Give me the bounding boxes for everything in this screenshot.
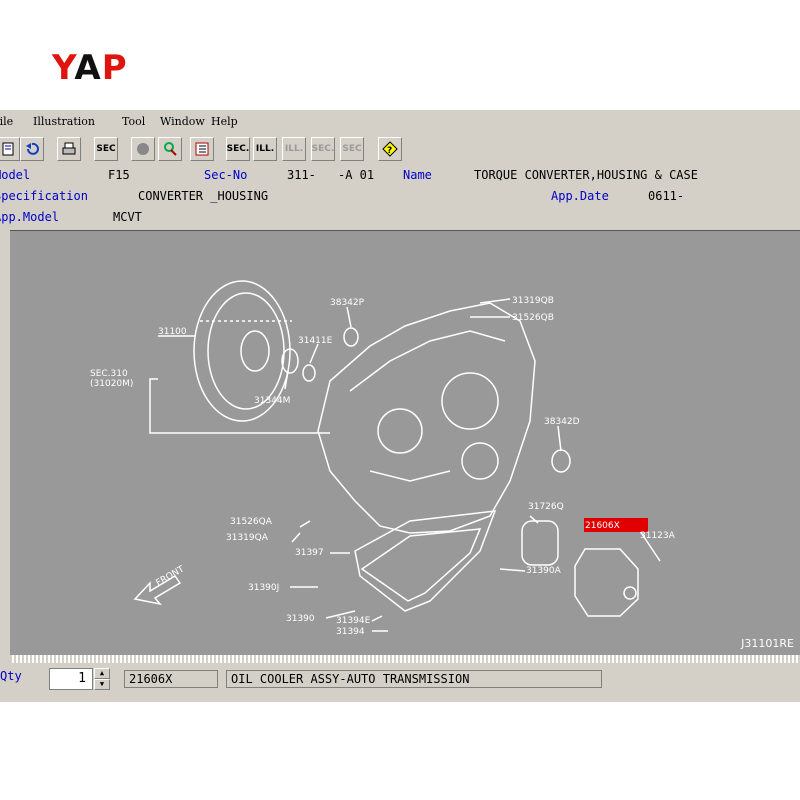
qty-input[interactable]: 1 [49, 668, 93, 690]
appdate-value: 0611- [648, 189, 685, 203]
qty-stepper[interactable]: ▲ ▼ [94, 668, 110, 690]
appdate-label: App.Date [551, 189, 609, 203]
part-number-field: 21606X [124, 670, 218, 688]
label-sec310b: (31020M) [90, 379, 133, 389]
label-front: FRONT [155, 564, 187, 588]
exploded-diagram: 31100 SEC.310 (31020M) 31344M 31411E 383… [90, 280, 676, 637]
secno-label: Sec-No [204, 168, 248, 182]
header-row-2: Specification CONVERTER _HOUSING App.Dat… [0, 186, 800, 206]
menu-illustration[interactable]: Illustration [33, 115, 95, 128]
menu-window[interactable]: Window [160, 115, 205, 128]
toolbar: SEC SEC. ILL. ILL. SEC. SEC ? [0, 134, 800, 166]
qty-label: Qty [0, 669, 22, 683]
model-label: Model [0, 168, 31, 182]
undo-icon[interactable] [20, 137, 44, 161]
label-31726q: 31726Q [528, 502, 564, 512]
transmission-housing-drawing [317, 302, 536, 534]
seal-38342p-drawing [343, 327, 359, 347]
stop-icon[interactable] [131, 137, 155, 161]
part-name-field: OIL COOLER ASSY-AUTO TRANSMISSION [226, 670, 602, 688]
appmodel-label: App.Model [0, 210, 60, 224]
print-icon[interactable] [57, 137, 81, 161]
label-sec310: SEC.310 [90, 369, 128, 379]
label-31411e: 31411E [298, 336, 333, 346]
appmodel-value: MCVT [113, 210, 142, 224]
secno-suffix: -A 01 [338, 168, 375, 182]
header-row-3: App.Model MCVT [0, 207, 800, 227]
illustration-ref-code: J31101RE [741, 637, 794, 650]
label-31390: 31390 [286, 614, 315, 624]
name-label: Name [403, 168, 432, 182]
label-21606x: 21606X [585, 521, 620, 531]
label-31526qb: 31526QB [512, 313, 554, 323]
sec-disabled-button[interactable]: SEC. [311, 137, 335, 161]
label-31394: 31394 [336, 627, 365, 637]
label-31123a: 31123A [640, 531, 676, 541]
sec-query-button[interactable]: SEC [340, 137, 364, 161]
label-38342p: 38342P [330, 298, 365, 308]
name-value: TORQUE CONVERTER,HOUSING & CASE [474, 168, 698, 182]
seal-31411e-drawing [302, 364, 316, 382]
prev-sec-button[interactable]: SEC. [226, 137, 250, 161]
label-31344m: 31344M [254, 396, 290, 406]
horizontal-scrollbar[interactable] [10, 655, 800, 663]
label-31390j: 31390J [248, 583, 279, 593]
stepper-down-icon[interactable]: ▼ [94, 679, 110, 690]
ill-disabled-button[interactable]: ILL. [282, 137, 306, 161]
spec-label: Specification [0, 189, 88, 203]
yap-logo: YAP [52, 48, 128, 88]
label-31319qb: 31319QB [512, 296, 554, 306]
svg-text:?: ? [387, 146, 392, 156]
label-31100: 31100 [158, 327, 187, 337]
label-31319qa: 31319QA [226, 533, 269, 543]
label-31390a: 31390A [526, 566, 562, 576]
illustration-canvas[interactable]: 31100 SEC.310 (31020M) 31344M 31411E 383… [10, 230, 800, 656]
menu-help[interactable]: Help [211, 115, 238, 128]
label-38342d: 38342D [544, 417, 580, 427]
book-icon[interactable] [0, 137, 20, 161]
menu-tool[interactable]: Tool [122, 115, 145, 128]
list-icon[interactable] [190, 137, 214, 161]
header-row-1: Model F15 Sec-No 311- -A 01 Name TORQUE … [0, 165, 800, 185]
status-row: Qty 1 ▲ ▼ 21606X OIL COOLER ASSY-AUTO TR… [0, 666, 800, 698]
label-31397: 31397 [295, 548, 324, 558]
search-icon[interactable] [158, 137, 182, 161]
stepper-up-icon[interactable]: ▲ [94, 668, 110, 679]
secno-value: 311- [287, 168, 316, 182]
menu-file[interactable]: File [0, 115, 13, 128]
spec-value: CONVERTER _HOUSING [138, 189, 269, 203]
model-value: F15 [108, 168, 130, 182]
oil-pan-drawing [354, 510, 497, 612]
help-icon[interactable]: ? [378, 137, 402, 161]
label-31394e: 31394E [336, 616, 371, 626]
ill-button[interactable]: ILL. [253, 137, 277, 161]
epc-window: File Illustration Tool Window Help SEC S… [0, 110, 800, 702]
menu-bar: File Illustration Tool Window Help [0, 113, 800, 130]
sec-button[interactable]: SEC [94, 137, 118, 161]
seal-38342d-drawing [551, 449, 571, 473]
label-31526qa: 31526QA [230, 517, 273, 527]
